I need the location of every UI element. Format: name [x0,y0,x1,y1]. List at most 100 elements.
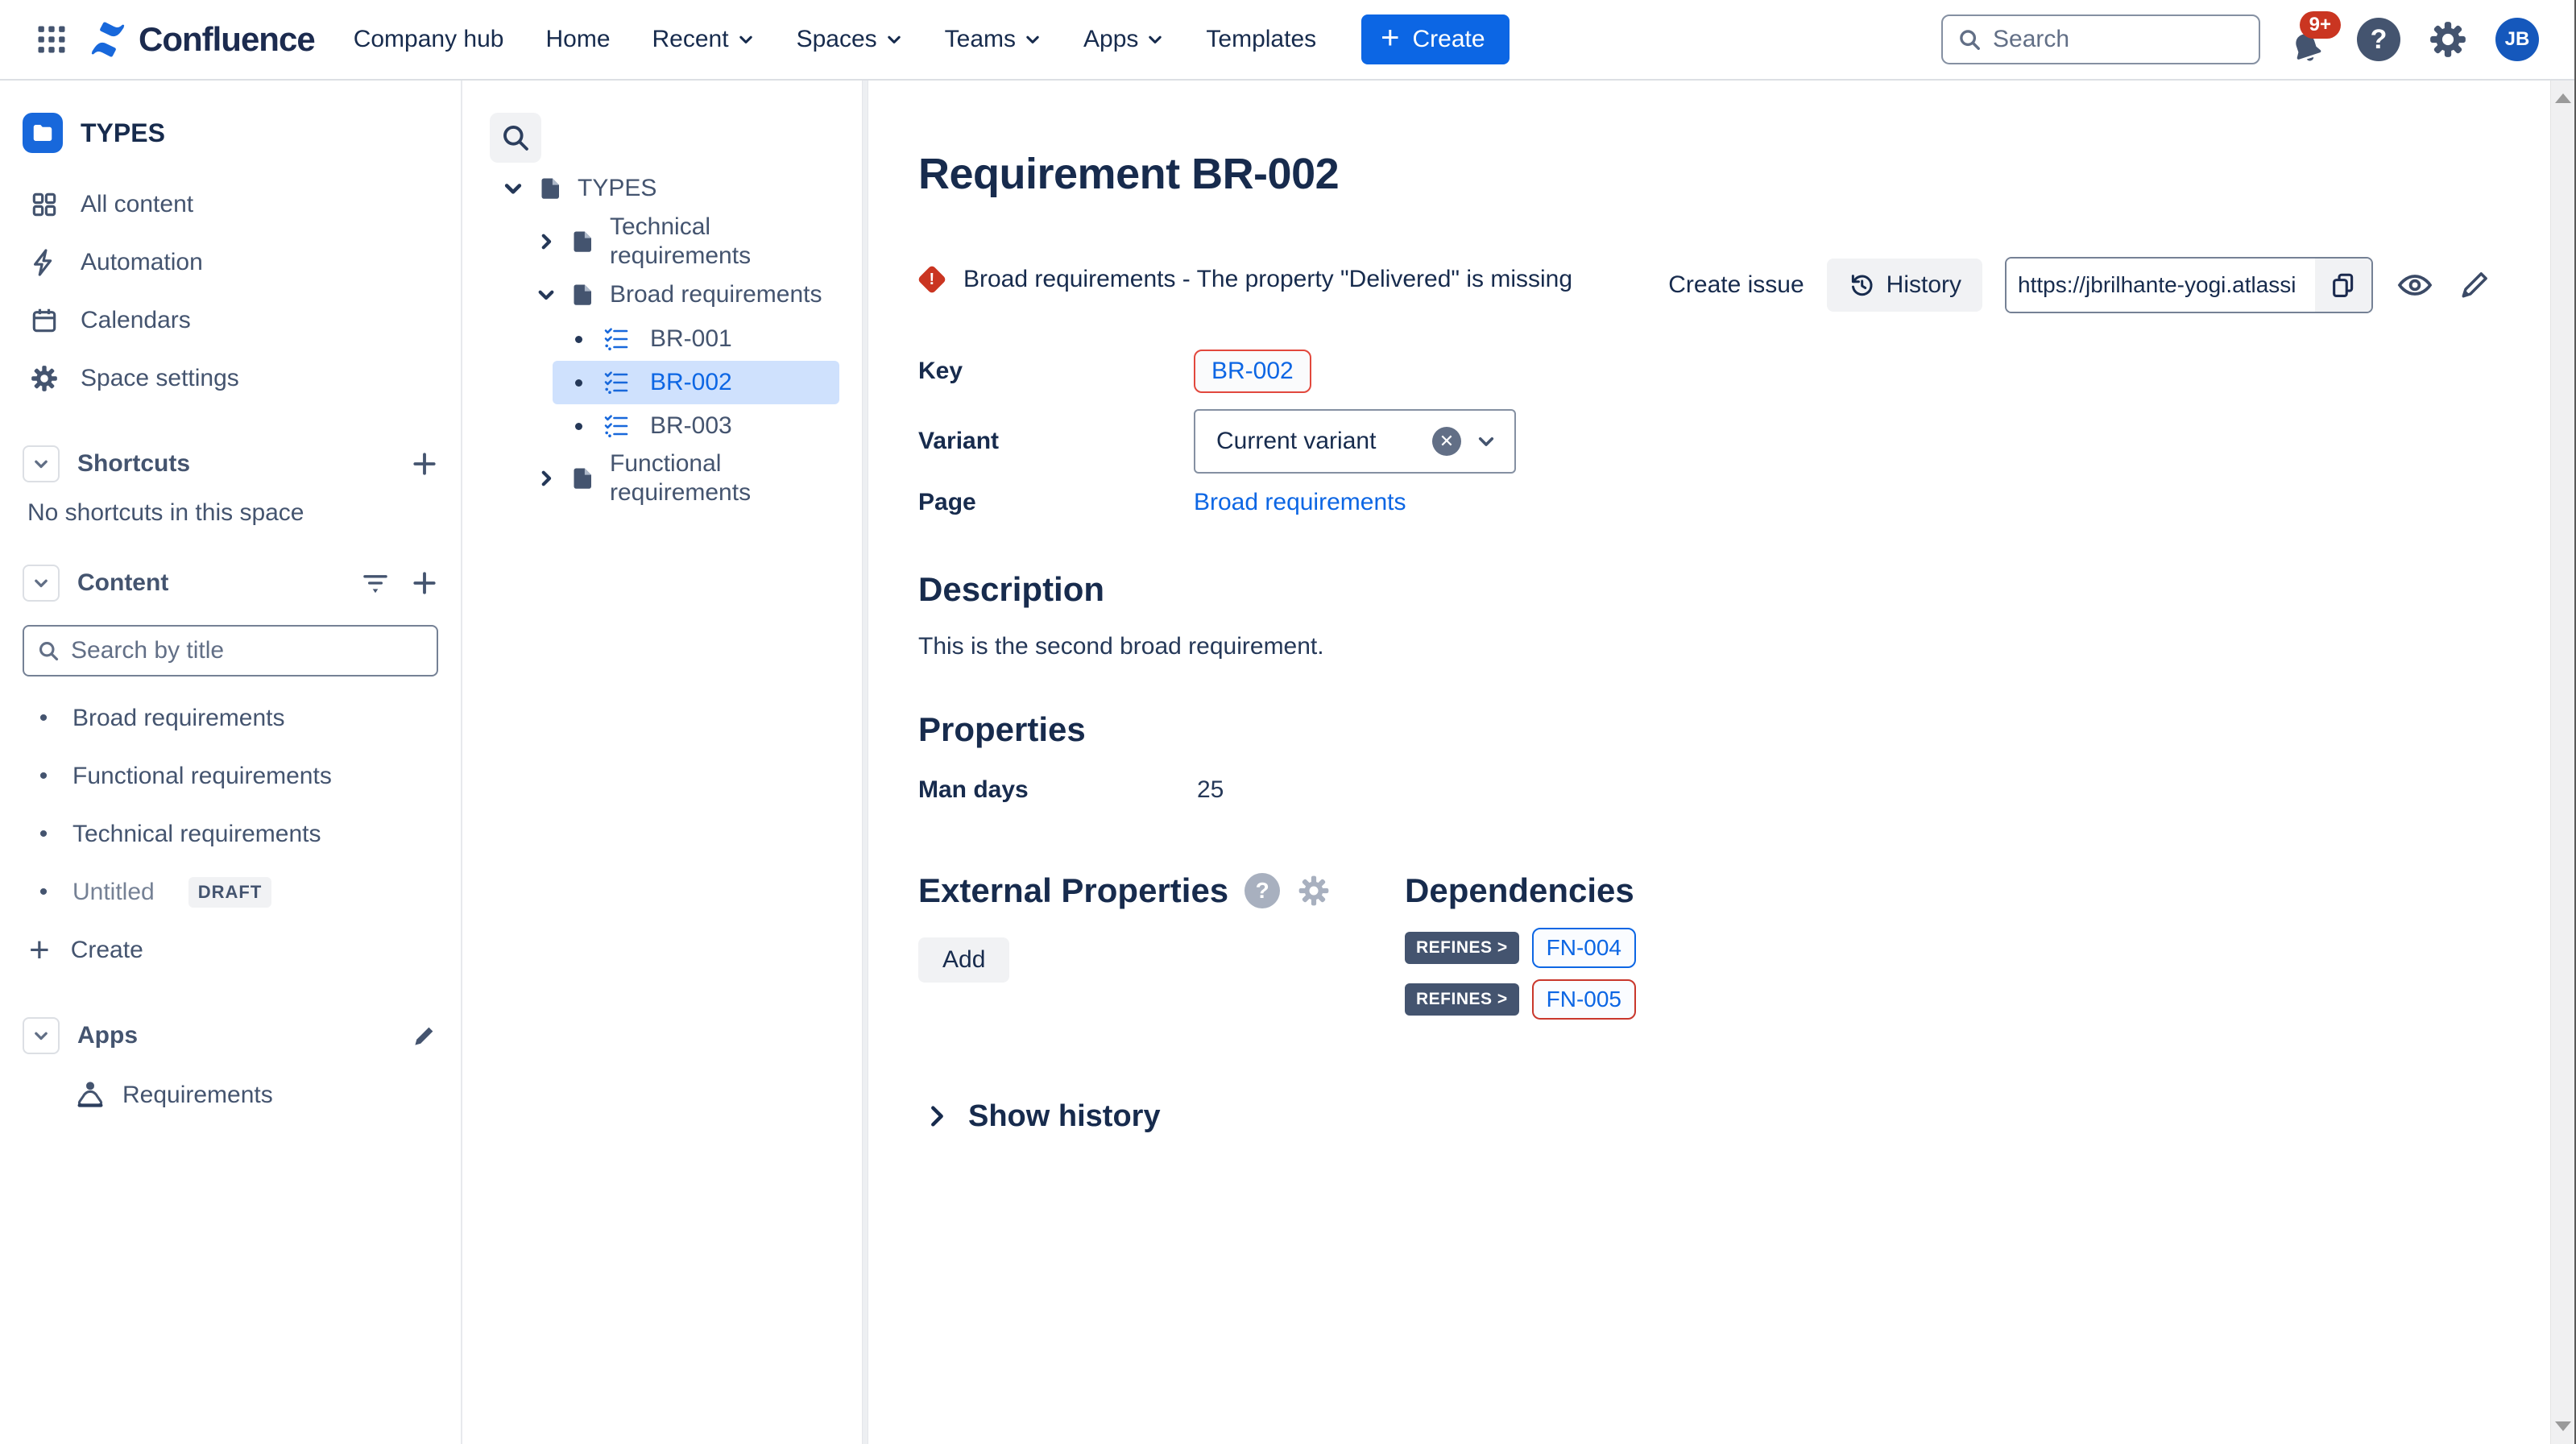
help-question-icon[interactable]: ? [1245,873,1280,908]
chevron-down-icon[interactable] [536,284,557,305]
collapse-content-button[interactable] [23,565,60,602]
nav-templates[interactable]: Templates [1206,26,1316,53]
tree-node-functional-requirements[interactable]: Functional requirements [490,448,862,509]
add-shortcut-button[interactable] [411,450,438,478]
bullet-icon: • [34,705,53,732]
gear-icon [2428,19,2468,60]
bullet-icon [575,379,582,387]
scroll-down-arrow-icon[interactable] [2555,1421,2571,1431]
dependency-link-fn-004[interactable]: FN-004 [1532,928,1636,968]
tree-leaf-br-003[interactable]: BR-003 [553,404,839,448]
sidebar-app-requirements[interactable]: Requirements [23,1066,438,1124]
nav-apps[interactable]: Apps [1083,26,1164,53]
key-label: Key [918,358,1194,385]
page-link[interactable]: Broad requirements [1194,489,1406,516]
content-item-functional-requirements[interactable]: • Functional requirements [23,747,438,805]
global-search-input[interactable] [1993,26,2244,53]
nav-teams[interactable]: Teams [945,26,1042,53]
user-avatar[interactable]: JB [2495,18,2539,61]
nav-company-hub[interactable]: Company hub [354,26,504,53]
content-item-technical-requirements[interactable]: • Technical requirements [23,805,438,863]
nav-recent[interactable]: Recent [652,26,755,53]
help-button[interactable]: ? [2357,18,2400,61]
create-issue-link[interactable]: Create issue [1668,271,1804,299]
tree-leaf-br-002[interactable]: BR-002 [553,361,839,404]
requirement-fields: Key BR-002 Variant Current variant ✕ Pag… [918,346,1516,525]
content-item-untitled-draft[interactable]: • Untitled DRAFT [23,863,438,921]
clear-variant-icon[interactable]: ✕ [1432,427,1461,456]
confluence-logo[interactable]: Confluence [89,20,315,59]
sidebar-item-calendars[interactable]: Calendars [23,292,438,350]
search-icon [37,639,60,662]
filter-icon[interactable] [361,569,390,598]
bullet-icon [575,423,582,430]
dependency-link-fn-005[interactable]: FN-005 [1532,979,1636,1020]
bullet-icon: • [34,763,53,790]
tree-node-types[interactable]: TYPES [490,166,862,211]
vertical-scrollbar[interactable] [2550,81,2576,1444]
edit-apps-pencil-icon[interactable] [411,1022,438,1049]
chevron-down-icon[interactable] [502,177,524,200]
edit-pencil-icon[interactable] [2457,267,2492,303]
sidebar-item-all-content[interactable]: All content [23,176,438,234]
notifications-button[interactable]: 9+ [2284,11,2330,68]
global-create-button[interactable]: + Create [1361,14,1509,64]
page-icon [571,466,595,490]
confluence-logo-icon [89,20,127,59]
bullet-icon: • [34,879,53,906]
variant-select[interactable]: Current variant ✕ [1194,409,1516,474]
requirement-url-input[interactable] [2007,259,2315,312]
show-history-toggle[interactable]: Show history [925,1094,1161,1139]
validation-warning: ! Broad requirements - The property "Del… [918,261,1572,298]
app-switcher-icon[interactable] [29,17,74,62]
scroll-up-arrow-icon[interactable] [2555,93,2571,103]
shortcuts-section-header: Shortcuts [23,437,438,491]
nav-home[interactable]: Home [545,26,610,53]
primary-nav: Company hub Home Recent Spaces Teams App… [354,26,1316,53]
dependency-row: REFINES > FN-004 [1405,928,1636,968]
add-content-button[interactable] [411,569,438,597]
bullet-icon: • [34,821,53,848]
description-body: This is the second broad requirement. [918,633,1324,660]
requirement-checklist-icon [603,326,629,352]
history-button[interactable]: History [1827,259,1982,312]
tree-node-broad-requirements[interactable]: Broad requirements [490,272,862,317]
settings-button[interactable] [2428,19,2468,60]
requirement-checklist-icon [603,370,629,395]
content-title-search[interactable] [23,625,438,676]
tree-leaf-br-001[interactable]: BR-001 [553,317,839,361]
tree-node-technical-requirements[interactable]: Technical requirements [490,211,862,272]
chevron-right-icon[interactable] [536,231,557,252]
chevron-right-icon[interactable] [536,468,557,489]
sidebar-item-space-settings[interactable]: Space settings [23,350,438,408]
watch-eye-icon[interactable] [2396,266,2434,304]
calendar-icon [29,305,60,336]
refines-relation-badge: REFINES > [1405,983,1519,1016]
space-sidebar: TYPES All content Automation Calendars [0,81,462,1444]
shortcuts-empty-text: No shortcuts in this space [23,499,438,527]
top-navigation-bar: Confluence Company hub Home Recent Space… [0,0,2576,81]
content-item-broad-requirements[interactable]: • Broad requirements [23,689,438,747]
content-search-input[interactable] [71,637,424,664]
variant-label: Variant [918,428,1194,455]
sidebar-create-page-button[interactable]: + Create [23,921,438,979]
nav-spaces[interactable]: Spaces [797,26,903,53]
collapse-apps-button[interactable] [23,1017,60,1054]
refines-relation-badge: REFINES > [1405,932,1519,964]
space-header[interactable]: TYPES [23,105,438,161]
dependencies-heading: Dependencies [1405,871,1636,910]
collapse-shortcuts-button[interactable] [23,445,60,482]
copy-url-button[interactable] [2315,259,2371,312]
key-value-badge[interactable]: BR-002 [1194,350,1311,393]
properties-section: Properties Man days 25 [918,710,1224,804]
page-icon [539,176,563,201]
properties-heading: Properties [918,710,1224,749]
plus-icon: + [29,933,50,968]
shortcuts-title: Shortcuts [77,450,393,478]
sidebar-item-automation[interactable]: Automation [23,234,438,292]
tree-search-button[interactable] [490,113,541,163]
panel-resize-divider[interactable] [862,81,868,1444]
global-search[interactable] [1941,14,2260,64]
add-external-property-button[interactable]: Add [918,937,1009,983]
external-settings-gear-icon[interactable] [1296,873,1331,908]
